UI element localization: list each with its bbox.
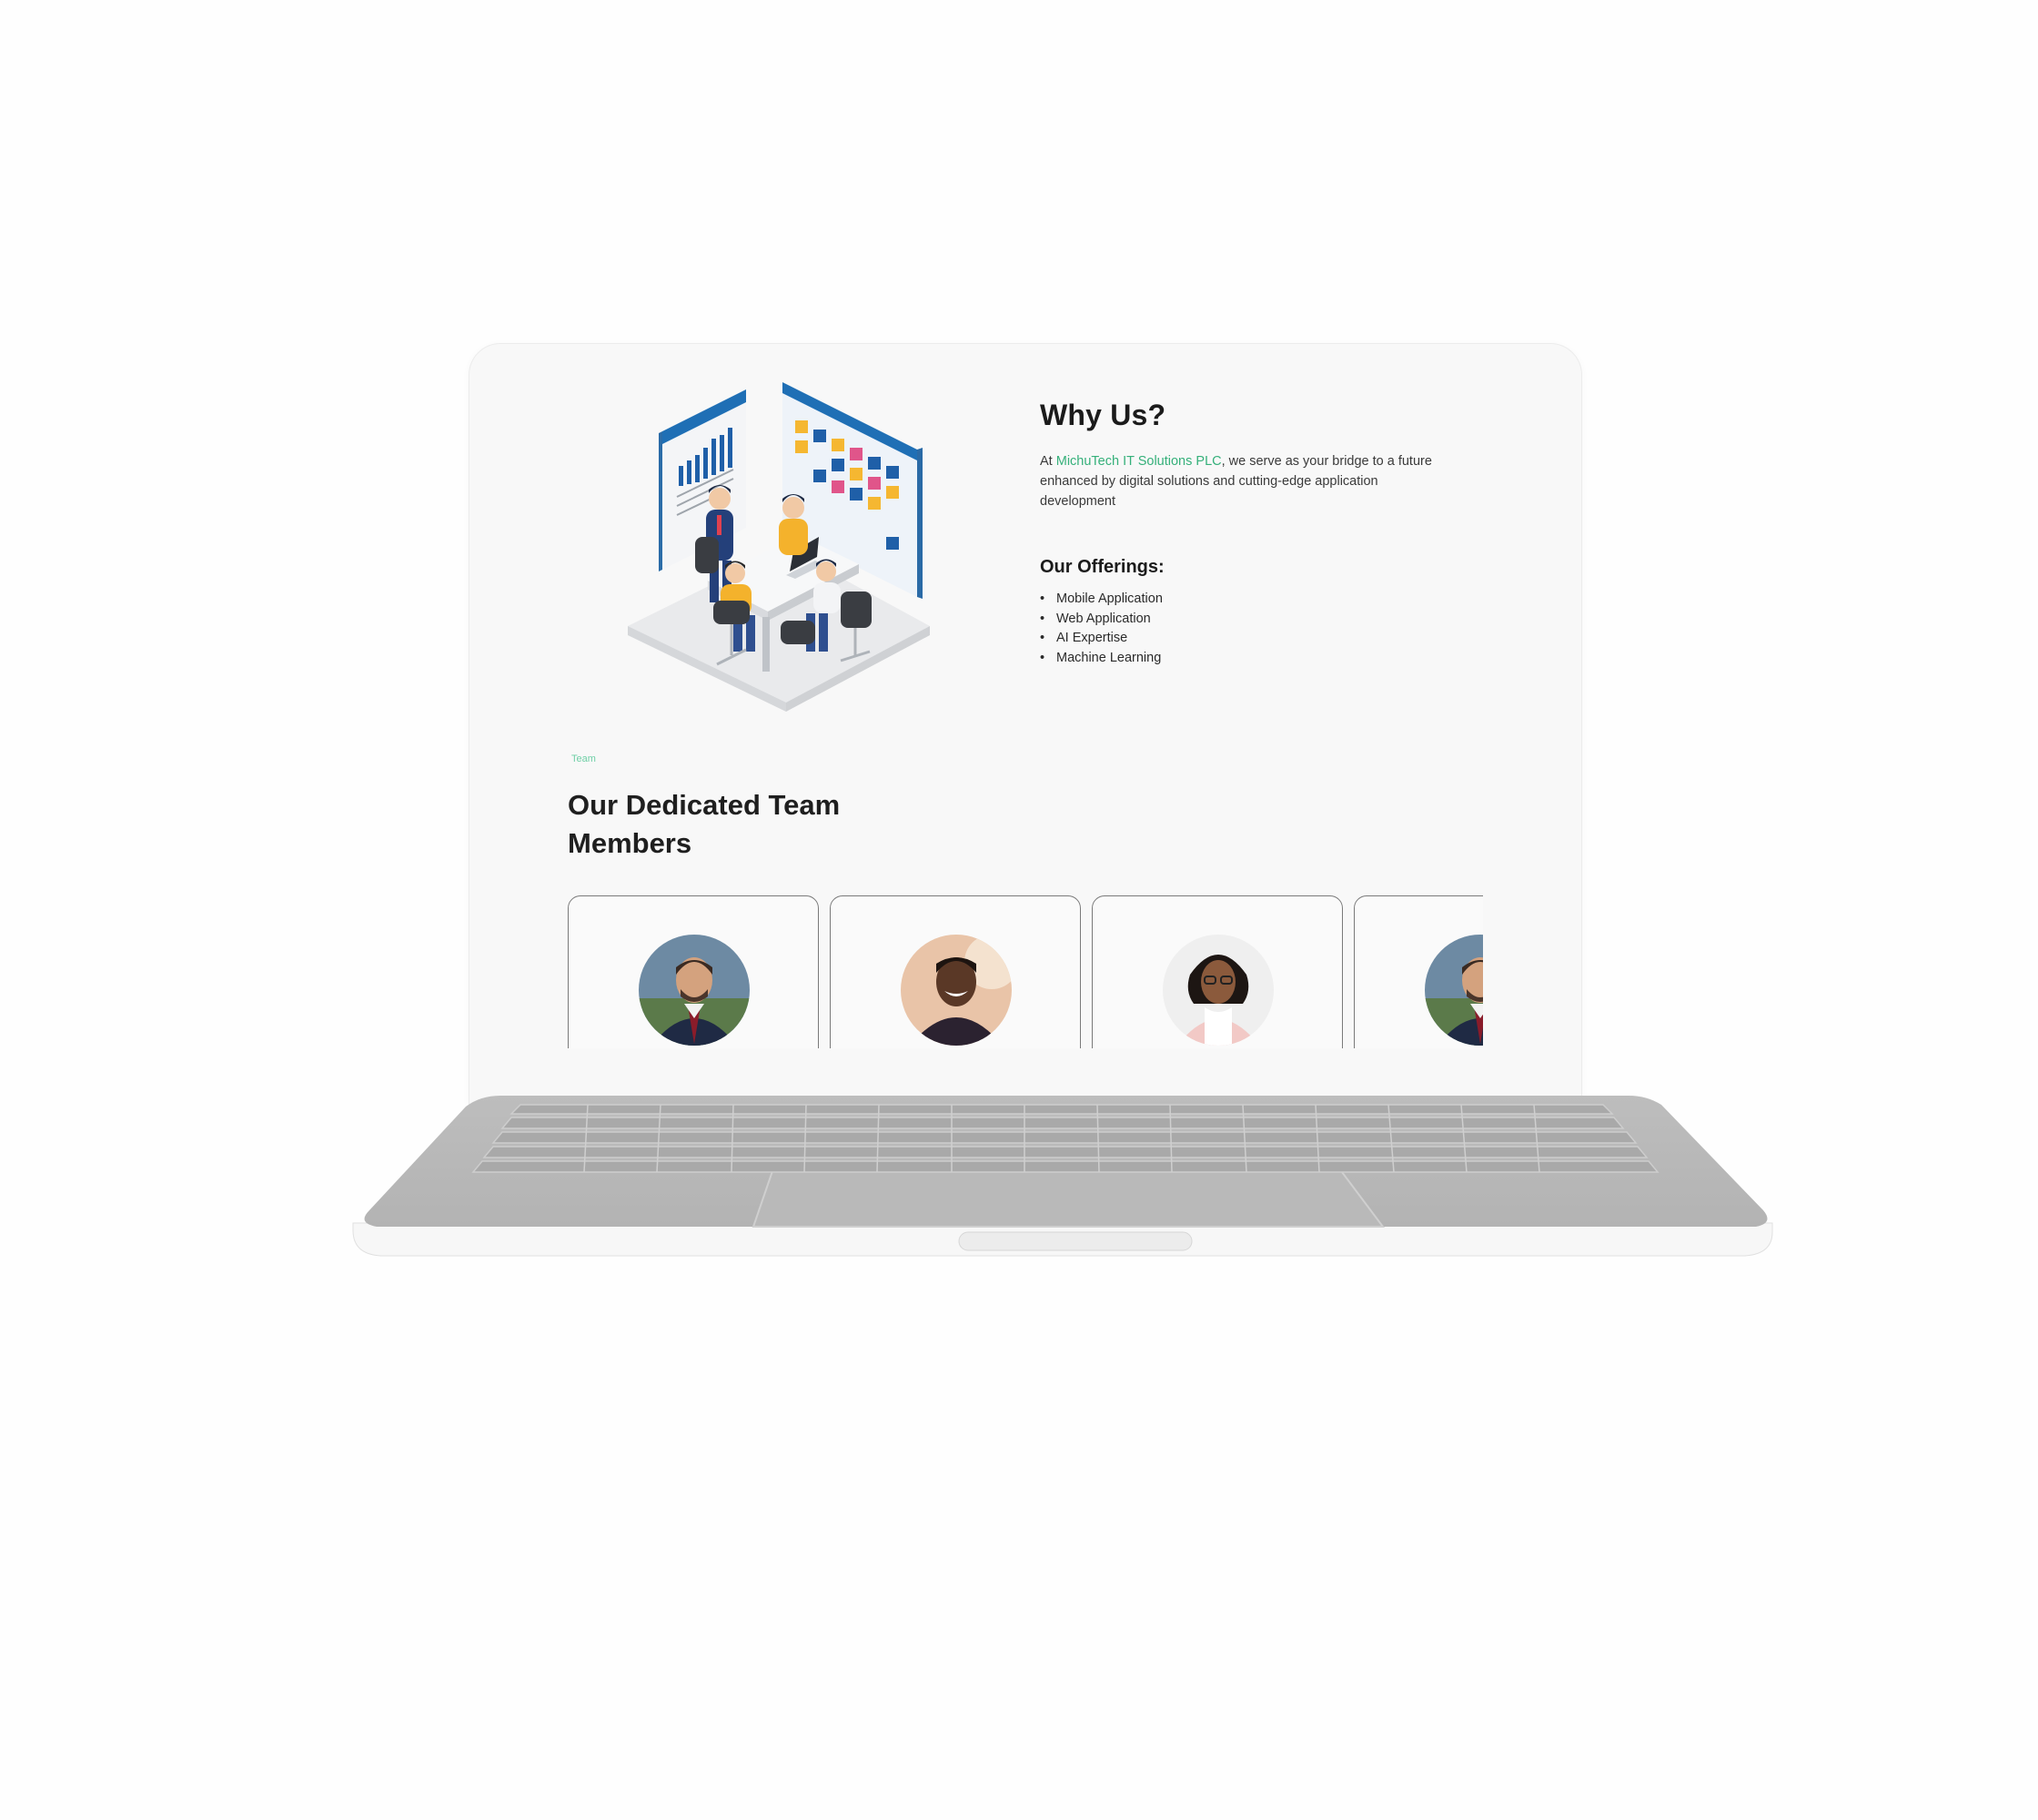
offering-item: Mobile Application (1040, 590, 1163, 610)
why-us-heading: Why Us? (1040, 399, 1166, 431)
team-carousel[interactable] (568, 895, 1483, 1048)
team-member-card[interactable] (1354, 895, 1483, 1048)
laptop-keyboard-base (352, 1096, 1773, 1257)
team-member-photo (1425, 935, 1483, 1046)
team-member-card[interactable] (830, 895, 1081, 1048)
team-meeting-illustration (628, 382, 930, 712)
offering-item: Web Application (1040, 610, 1163, 630)
team-heading: Our Dedicated Team Members (568, 789, 841, 859)
laptop-screen: Why Us? At MichuTech IT Solutions PLC, w… (469, 344, 1581, 1105)
webpage: Why Us? At MichuTech IT Solutions PLC, w… (469, 344, 1581, 1105)
offering-item: Machine Learning (1040, 649, 1163, 669)
why-us-prefix: At (1040, 454, 1056, 469)
laptop-mockup: Why Us? At MichuTech IT Solutions PLC, w… (0, 0, 2038, 1820)
team-member-card[interactable] (568, 895, 819, 1048)
team-member-photo (901, 935, 1012, 1046)
offerings-heading: Our Offerings: (1040, 557, 1165, 577)
company-name-link[interactable]: MichuTech IT Solutions PLC (1056, 454, 1222, 469)
why-us-description: At MichuTech IT Solutions PLC, we serve … (1040, 451, 1440, 511)
team-member-photo (1163, 935, 1274, 1046)
offerings-list: Mobile Application Web Application AI Ex… (1040, 590, 1163, 668)
offering-item: AI Expertise (1040, 629, 1163, 649)
team-member-card[interactable] (1092, 895, 1343, 1048)
team-section-label: Team (571, 753, 596, 764)
team-member-photo (639, 935, 750, 1046)
